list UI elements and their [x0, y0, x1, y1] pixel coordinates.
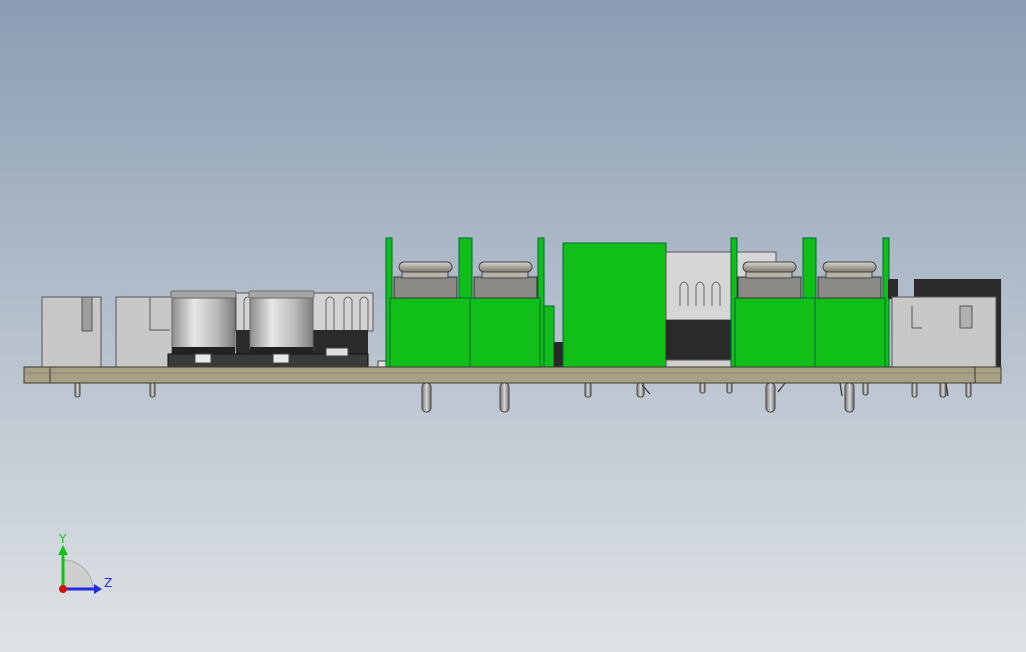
- component-strip-right: [665, 359, 737, 368]
- screw-terminal-3[interactable]: [737, 261, 802, 299]
- connector-header-right[interactable]: [891, 296, 997, 368]
- z-axis-label: Z: [104, 576, 113, 590]
- y-axis-label: Y: [59, 532, 67, 546]
- cad-viewport[interactable]: Y Z: [0, 0, 1026, 652]
- connector-header-left-2[interactable]: [115, 296, 173, 368]
- electrolytic-capacitor-1[interactable]: [170, 290, 237, 364]
- triad-origin: [59, 585, 67, 593]
- screw-terminal-2[interactable]: [473, 261, 538, 299]
- dark-module-right: [666, 320, 736, 361]
- electrolytic-capacitor-2[interactable]: [248, 290, 315, 364]
- model-scene[interactable]: [0, 0, 1026, 652]
- small-white-part: [325, 347, 349, 357]
- dark-tab: [888, 279, 898, 299]
- screw-terminal-1[interactable]: [393, 261, 458, 299]
- connector-header-left-1[interactable]: [41, 296, 102, 368]
- transformer-green[interactable]: [562, 242, 667, 368]
- screw-terminal-4[interactable]: [817, 261, 882, 299]
- pcb-board[interactable]: [23, 366, 1002, 384]
